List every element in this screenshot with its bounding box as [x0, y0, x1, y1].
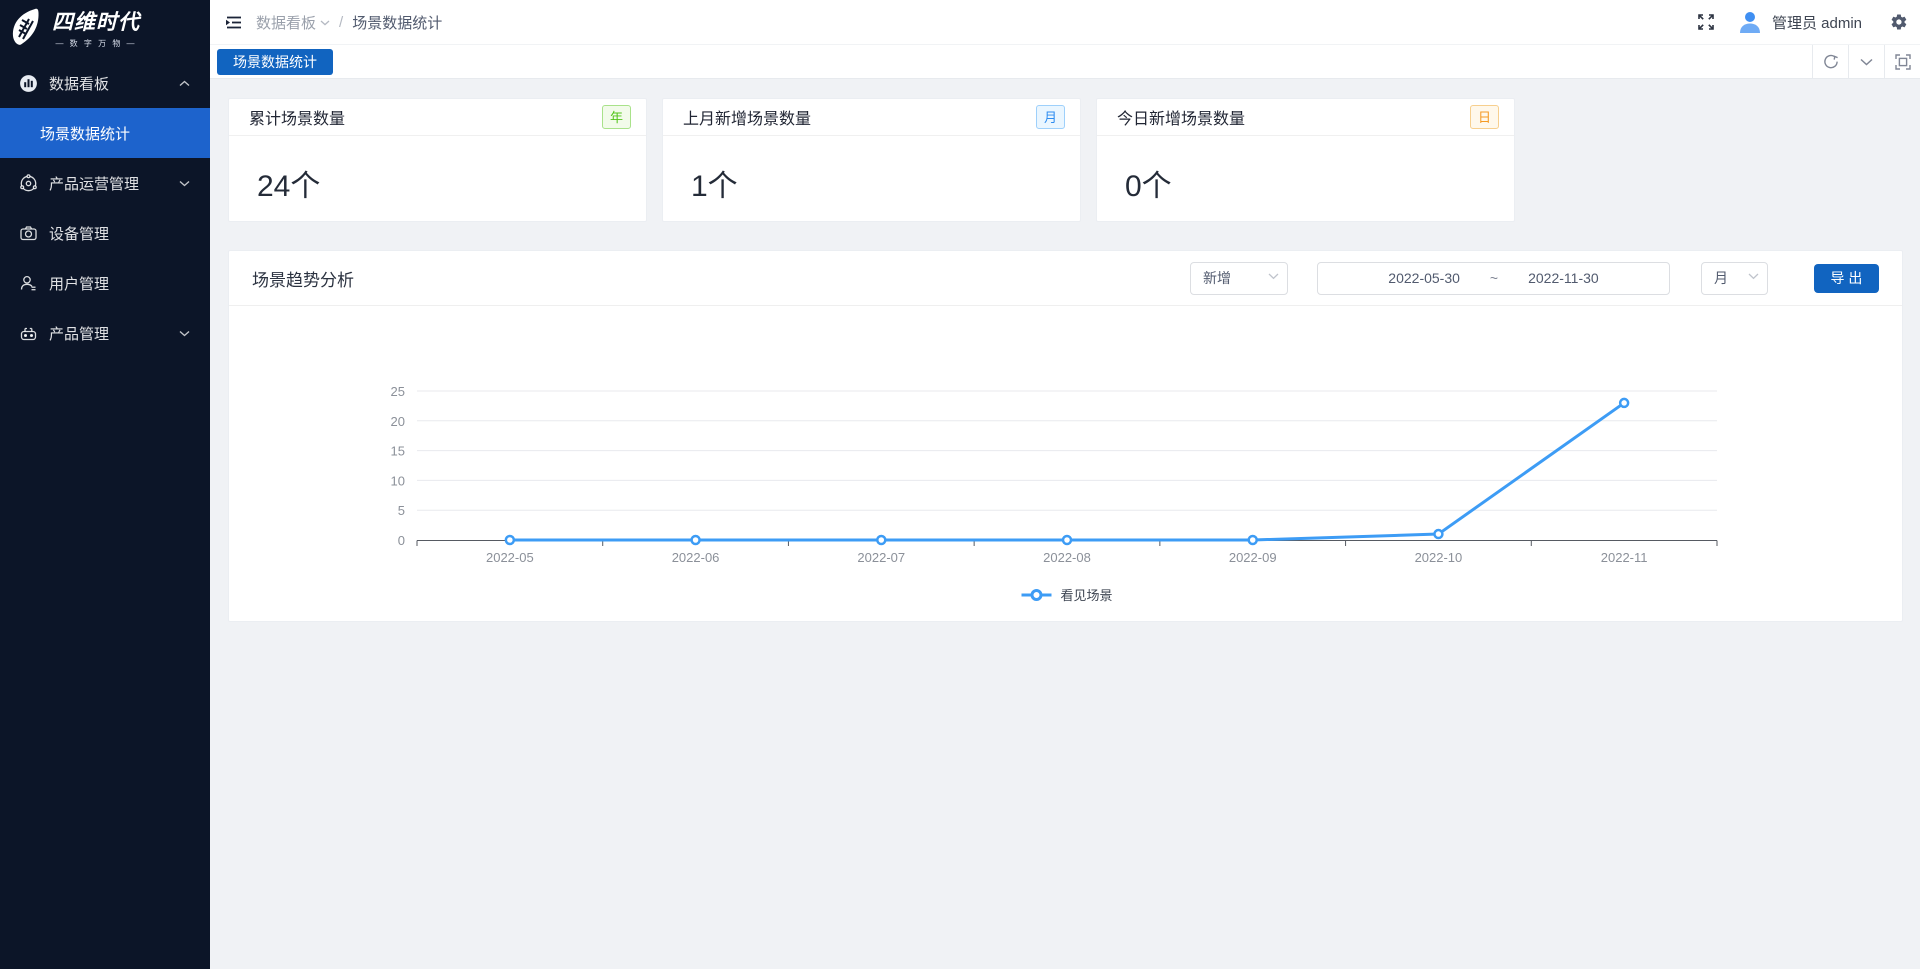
main-content: 累计场景数量 年 24个 上月新增场景数量 月 1个 今日新增场景数量 日 0个…	[210, 79, 1920, 969]
sidebar: 四维时代 — 数 字 万 物 — 数据看板 场景数据统计	[0, 0, 210, 969]
top-header: 数据看板 / 场景数据统计 管理员 admin	[210, 0, 1920, 45]
product-icon	[19, 324, 38, 343]
period-badge-month: 月	[1036, 105, 1065, 129]
svg-text:10: 10	[391, 473, 405, 488]
sidebar-item-product-management[interactable]: 产品管理	[0, 308, 210, 358]
breadcrumb-separator: /	[339, 14, 343, 31]
logo-subtitle: — 数 字 万 物 —	[52, 38, 140, 49]
sidebar-item-dashboard[interactable]: 数据看板	[0, 58, 210, 108]
date-separator: ~	[1490, 270, 1498, 286]
stat-card-total: 累计场景数量 年 24个	[228, 98, 647, 222]
stat-card-title: 上月新增场景数量	[683, 105, 811, 129]
export-button[interactable]: 导 出	[1814, 264, 1879, 293]
trend-title: 场景趋势分析	[252, 266, 354, 291]
sidebar-item-label: 产品管理	[49, 323, 179, 344]
chevron-down-icon	[1268, 273, 1279, 280]
sidebar-item-product-operations[interactable]: 产品运营管理	[0, 158, 210, 208]
stat-card-value: 24个	[257, 161, 646, 205]
stat-card-title: 今日新增场景数量	[1117, 105, 1245, 129]
legend-label: 看见场景	[1060, 585, 1112, 604]
trend-line-chart: 0 5 10 15 20 25 2022-05 2022-06 2022-07 2022-08 20…	[229, 306, 1904, 623]
logo-swoosh-icon	[8, 6, 48, 48]
date-range-picker[interactable]: 2022-05-30 ~ 2022-11-30	[1317, 262, 1670, 295]
user-name[interactable]: 管理员 admin	[1772, 12, 1862, 33]
sidebar-item-label: 用户管理	[49, 273, 190, 294]
operations-icon	[19, 174, 38, 193]
period-badge-year: 年	[602, 105, 631, 129]
granularity-select[interactable]: 月	[1701, 262, 1768, 295]
tab-scene-statistics[interactable]: 场景数据统计	[217, 49, 333, 75]
svg-text:15: 15	[391, 444, 405, 459]
legend-item[interactable]: 看见场景	[1021, 585, 1112, 604]
refresh-icon[interactable]	[1812, 45, 1848, 78]
stat-card-value: 1个	[691, 161, 1080, 205]
date-start: 2022-05-30	[1388, 270, 1460, 286]
chevron-down-icon	[1748, 273, 1759, 280]
sidebar-item-label: 数据看板	[49, 73, 179, 94]
svg-text:2022-10: 2022-10	[1415, 550, 1463, 565]
dashboard-icon	[19, 74, 38, 93]
trend-chart-area: 0 5 10 15 20 25 2022-05 2022-06 2022-07 2022-08 20…	[229, 306, 1902, 623]
metric-type-select[interactable]: 新增	[1190, 262, 1288, 295]
tab-bar: 场景数据统计	[210, 45, 1920, 79]
device-icon	[19, 224, 38, 243]
legend-line-icon	[1021, 589, 1051, 601]
logo-title: 四维时代	[52, 6, 140, 36]
svg-text:5: 5	[398, 503, 405, 518]
svg-text:2022-06: 2022-06	[672, 550, 720, 565]
user-avatar[interactable]	[1737, 9, 1763, 35]
svg-text:0: 0	[398, 533, 405, 548]
chevron-down-icon[interactable]	[1848, 45, 1884, 78]
svg-text:2022-09: 2022-09	[1229, 550, 1277, 565]
svg-text:2022-11: 2022-11	[1601, 550, 1648, 565]
svg-text:2022-05: 2022-05	[486, 550, 534, 565]
fullscreen-icon[interactable]	[1697, 13, 1715, 31]
breadcrumb-current: 场景数据统计	[352, 12, 442, 33]
chevron-up-icon	[179, 80, 190, 87]
sidebar-item-device-management[interactable]: 设备管理	[0, 208, 210, 258]
stat-card-title: 累计场景数量	[249, 105, 345, 129]
sidebar-menu: 数据看板 场景数据统计 产品运营管理	[0, 58, 210, 358]
gear-icon[interactable]	[1890, 13, 1908, 31]
chevron-down-icon	[179, 180, 190, 187]
sidebar-item-scene-statistics[interactable]: 场景数据统计	[0, 108, 210, 158]
caret-down-icon	[320, 20, 330, 26]
period-badge-day: 日	[1470, 105, 1499, 129]
breadcrumb-root[interactable]: 数据看板	[256, 12, 330, 33]
breadcrumb: 数据看板 / 场景数据统计	[256, 12, 442, 33]
trend-analysis-card: 场景趋势分析 新增 2022-05-30 ~ 2022-11-30 月	[228, 250, 1903, 622]
sidebar-item-label: 产品运营管理	[49, 173, 179, 194]
chevron-down-icon	[179, 330, 190, 337]
svg-text:20: 20	[391, 414, 405, 429]
sidebar-item-label: 设备管理	[49, 223, 190, 244]
stat-card-value: 0个	[1125, 161, 1514, 205]
collapse-sidebar-icon[interactable]	[223, 12, 244, 33]
stat-card-last-month: 上月新增场景数量 月 1个	[662, 98, 1081, 222]
date-end: 2022-11-30	[1528, 270, 1599, 286]
sidebar-item-label: 场景数据统计	[40, 123, 130, 144]
stat-card-today: 今日新增场景数量 日 0个	[1096, 98, 1515, 222]
svg-text:25: 25	[391, 384, 405, 399]
maximize-icon[interactable]	[1884, 45, 1920, 78]
user-icon	[19, 274, 38, 293]
sidebar-item-user-management[interactable]: 用户管理	[0, 258, 210, 308]
stat-cards-row: 累计场景数量 年 24个 上月新增场景数量 月 1个 今日新增场景数量 日 0个	[228, 98, 1903, 222]
svg-text:2022-07: 2022-07	[857, 550, 905, 565]
svg-text:2022-08: 2022-08	[1043, 550, 1091, 565]
app-logo[interactable]: 四维时代 — 数 字 万 物 —	[0, 0, 210, 50]
